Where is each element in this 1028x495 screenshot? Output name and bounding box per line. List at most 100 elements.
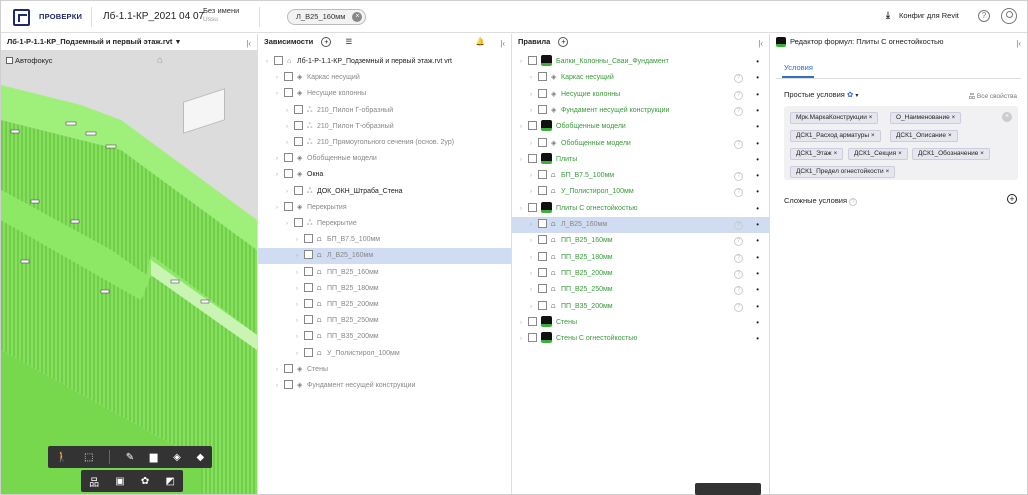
rule-row[interactable]: › Стены С огнестойкостью • — [512, 331, 769, 347]
gear-icon[interactable]: ✿ — [141, 476, 149, 487]
more-icon[interactable]: • — [756, 152, 759, 168]
measure-icon[interactable]: ✎ — [126, 452, 134, 463]
rule-row[interactable]: › Стены • — [512, 315, 769, 331]
user-block[interactable]: Без имени Ussu — [203, 6, 239, 24]
expand-arrow-icon[interactable]: › — [520, 54, 528, 70]
collapse-icon[interactable]: |‹ — [758, 36, 763, 52]
expand-arrow-icon[interactable]: › — [276, 167, 284, 183]
rule-row[interactable]: › ◈ Каркас несущий? • — [512, 70, 769, 86]
expand-arrow-icon[interactable]: › — [296, 265, 304, 281]
help-icon[interactable]: ? — [734, 74, 743, 84]
section-box-icon[interactable]: ⬚ — [84, 452, 93, 463]
expand-arrow-icon[interactable]: › — [296, 248, 304, 264]
tree-row[interactable]: › ஃ 210_Пилон Т-образный — [258, 119, 511, 135]
collapse-icon[interactable]: |‹ — [1016, 36, 1021, 52]
checkbox[interactable] — [294, 185, 303, 195]
checkbox[interactable] — [538, 251, 547, 261]
rule-row[interactable]: › ⩍ ПП_В25_250мм? • — [512, 282, 769, 298]
expand-arrow-icon[interactable]: › — [530, 87, 538, 103]
folder-icon[interactable]: ▆ — [150, 452, 158, 463]
checkbox[interactable] — [538, 137, 547, 147]
checkbox[interactable] — [284, 363, 293, 373]
rule-row[interactable]: › ⩍ У_Полистирол_100мм? • — [512, 184, 769, 200]
expand-arrow-icon[interactable]: › — [276, 362, 284, 378]
checkbox[interactable] — [538, 219, 547, 228]
rule-row[interactable]: › Обобщенные модели • — [512, 119, 769, 135]
add-icon[interactable]: + — [558, 37, 569, 47]
more-icon[interactable]: • — [756, 54, 759, 70]
checkbox[interactable] — [304, 282, 313, 292]
autofocus-checkbox[interactable]: Автофокус — [6, 56, 52, 65]
expand-arrow-icon[interactable]: › — [520, 152, 528, 168]
help-icon[interactable]: ? — [849, 198, 858, 206]
tree-row[interactable]: › ஃ ДОК_ОКН_Штраба_Стена — [258, 184, 511, 200]
checkbox[interactable] — [538, 186, 547, 196]
condition-tag[interactable]: ДСК1_Описание × — [890, 130, 958, 142]
more-icon[interactable]: • — [756, 315, 759, 331]
tree-row[interactable]: › ⩍ ПП_В25_250мм — [258, 313, 511, 329]
more-icon[interactable]: • — [756, 119, 759, 135]
close-icon[interactable]: × — [832, 150, 837, 157]
expand-arrow-icon[interactable]: › — [286, 184, 294, 200]
tree-row[interactable]: › ⩍ Л_В25_160мм — [258, 248, 511, 265]
help-icon[interactable]: ? — [734, 139, 743, 149]
tree-row[interactable]: › ◈ Каркас несущий — [258, 70, 511, 86]
tree-row[interactable]: › ◈ Стены — [258, 362, 511, 378]
checkbox[interactable] — [284, 72, 293, 82]
close-icon[interactable]: × — [978, 150, 984, 157]
checkbox[interactable] — [538, 72, 547, 82]
checkbox[interactable] — [304, 315, 313, 325]
checkbox[interactable] — [304, 331, 313, 341]
person-icon[interactable]: 🚶 — [56, 452, 68, 463]
checkbox[interactable] — [304, 299, 313, 308]
download-icon[interactable]: ⤓ — [886, 10, 890, 21]
expand-arrow-icon[interactable]: › — [520, 331, 528, 347]
checkbox[interactable] — [294, 120, 303, 130]
simple-conditions-box[interactable]: Мрк.МаркаКонструкции × О_Наименование × ДС… — [784, 106, 1018, 180]
expand-arrow-icon[interactable]: › — [530, 233, 538, 249]
tree-row[interactable]: › ஃ 210_Прямоугольного сечения (основ. 2ур… — [258, 135, 511, 151]
tree-row[interactable]: › ஃ Перекрытие — [258, 216, 511, 232]
expand-arrow-icon[interactable]: › — [530, 282, 538, 298]
checkbox[interactable] — [528, 202, 537, 212]
more-icon[interactable]: • — [756, 70, 759, 86]
tree-icon[interactable]: 品 — [89, 474, 99, 489]
expand-arrow-icon[interactable]: › — [296, 346, 304, 362]
checkbox[interactable] — [304, 250, 313, 260]
checkbox[interactable] — [528, 56, 537, 65]
tree-row[interactable]: › ⩍ ПП_В25_160мм — [258, 265, 511, 281]
condition-tag[interactable]: ДСК1_Секция × — [848, 148, 908, 160]
more-icon[interactable]: • — [756, 136, 759, 152]
expand-arrow-icon[interactable]: › — [286, 119, 294, 135]
checkbox[interactable] — [528, 121, 537, 131]
close-icon[interactable]: × — [946, 132, 952, 139]
help-icon[interactable]: ? — [734, 302, 743, 312]
expand-arrow-icon[interactable]: › — [286, 135, 294, 151]
expand-arrow-icon[interactable]: › — [296, 329, 304, 345]
more-icon[interactable]: • — [756, 233, 759, 249]
more-icon[interactable]: • — [756, 168, 759, 184]
more-icon[interactable]: • — [756, 282, 759, 298]
help-icon[interactable]: ? — [734, 221, 743, 230]
checkbox[interactable] — [538, 267, 547, 277]
rule-row[interactable]: › ◈ Несущие колонны? • — [512, 87, 769, 103]
tree-row[interactable]: › ⩍ БП_В7.5_100мм — [258, 232, 511, 248]
checkbox[interactable] — [294, 104, 303, 114]
condition-tag[interactable]: Мрк.МаркаКонструкции × — [790, 112, 879, 124]
rule-row[interactable]: › ◈ Фундамент несущей конструкции? • — [512, 103, 769, 119]
close-icon[interactable]: × — [896, 150, 902, 157]
expand-arrow-icon[interactable]: › — [530, 266, 538, 282]
logo-icon[interactable] — [13, 9, 30, 26]
expand-arrow-icon[interactable]: › — [276, 86, 284, 102]
more-icon[interactable]: • — [756, 266, 759, 282]
close-icon[interactable]: × — [884, 168, 889, 175]
help-icon[interactable]: ? — [734, 188, 743, 198]
add-icon[interactable]: + — [321, 37, 332, 47]
condition-tag[interactable]: О_Наименование × — [890, 112, 962, 124]
rule-row[interactable]: › ⩍ ПП_В25_180мм? • — [512, 250, 769, 266]
expand-arrow-icon[interactable]: › — [520, 201, 528, 217]
checkbox[interactable] — [538, 88, 547, 98]
brand-label[interactable]: ПРОВЕРКИ — [39, 12, 82, 21]
expand-arrow-icon[interactable]: › — [276, 70, 284, 86]
project-name[interactable]: Лб-1.1-КР_2021 04 07 — [103, 11, 204, 22]
